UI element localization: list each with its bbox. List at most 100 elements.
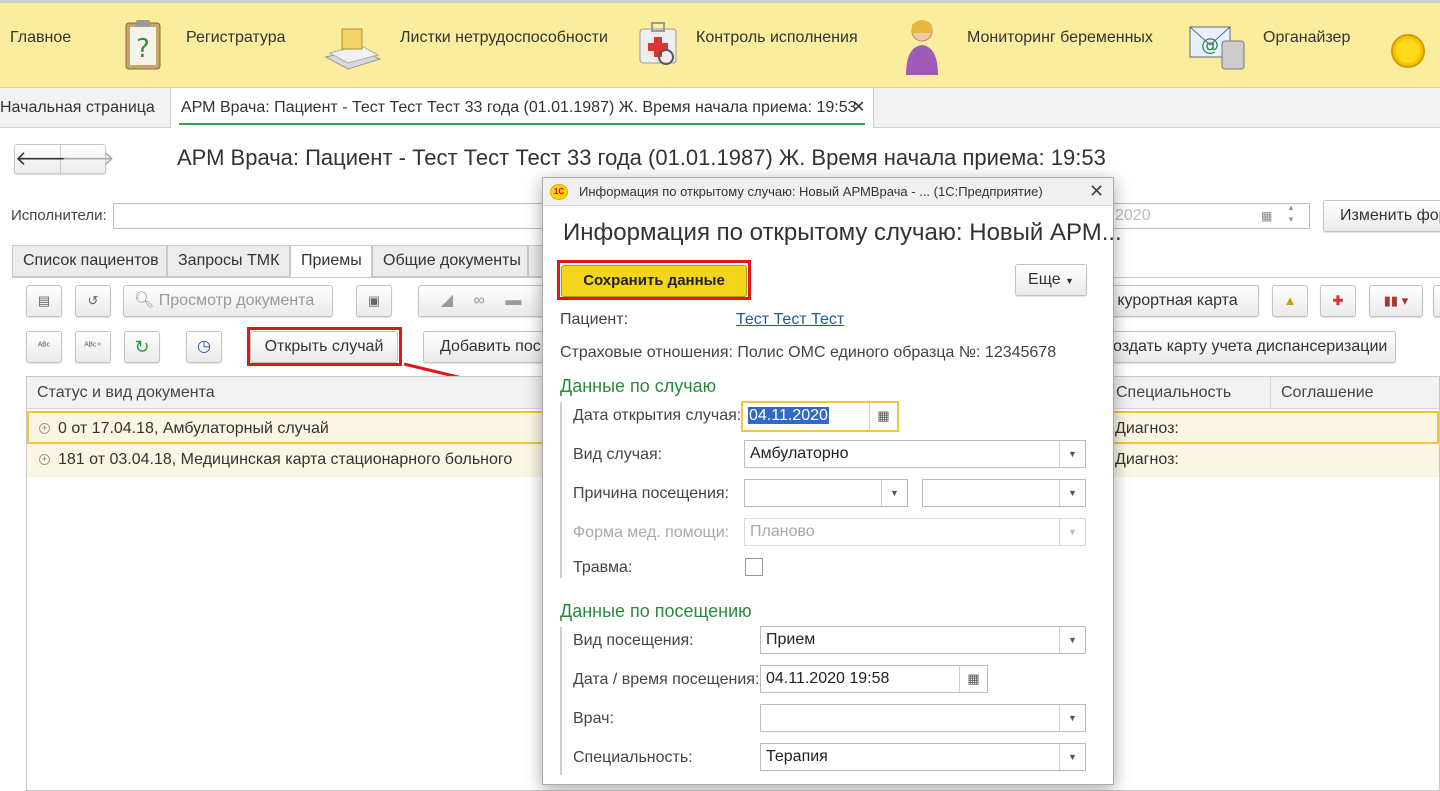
registry-clipboard-icon[interactable]: ? bbox=[118, 17, 170, 73]
stethoscope-icon[interactable]: ∞ bbox=[473, 292, 484, 309]
row-cell-document: +0 от 17.04.18, Амбулаторный случай bbox=[39, 413, 329, 444]
visit-type-value: Прием bbox=[766, 631, 816, 648]
tools-group: ◢ ∞ ▬ bbox=[418, 285, 544, 317]
resort-card-button[interactable]: о курортная карта bbox=[1097, 285, 1259, 317]
pill-icon[interactable]: ◢ bbox=[441, 292, 453, 309]
more-label: Еще bbox=[1028, 271, 1061, 288]
close-icon[interactable]: ✕ bbox=[852, 88, 865, 128]
date-input[interactable]: 2020 ▦ ▲ ▼ bbox=[1110, 203, 1310, 229]
case-type-value: Амбулаторно bbox=[750, 445, 849, 462]
chevron-down-icon[interactable]: ▼ bbox=[1059, 441, 1085, 467]
sick-leave-icon[interactable] bbox=[322, 23, 382, 73]
chevron-down-icon[interactable]: ▼ bbox=[1059, 744, 1085, 770]
print-icon[interactable]: ▤ bbox=[26, 285, 62, 317]
specialty-value: Терапия bbox=[766, 748, 828, 765]
medical-cross-icon[interactable]: ✚ bbox=[1320, 285, 1356, 317]
abc-sort-icon[interactable]: ᴬᴮᶜ bbox=[26, 331, 62, 363]
clock-icon[interactable]: ◷ bbox=[186, 331, 222, 363]
tab-doctor-workplace[interactable]: АРМ Врача: Пациент - Тест Тест Тест 33 г… bbox=[170, 88, 874, 128]
tab-doctor-workplace-label: АРМ Врача: Пациент - Тест Тест Тест 33 г… bbox=[181, 99, 857, 116]
note-icon[interactable]: ▬ bbox=[505, 292, 521, 309]
chevron-down-icon[interactable]: ▼ bbox=[1059, 480, 1085, 506]
tab-patient-list[interactable]: Список пациентов bbox=[12, 245, 167, 277]
section-panel: Главное ? Регистратура Листки нетрудоспо… bbox=[0, 0, 1440, 88]
tab-general-documents[interactable]: Общие документы bbox=[372, 245, 528, 277]
history-icon[interactable]: ↺ bbox=[75, 285, 111, 317]
sun-icon[interactable] bbox=[1390, 33, 1426, 69]
open-case-dialog: 1С Информация по открытому случаю: Новый… bbox=[542, 177, 1122, 785]
section-home[interactable]: Главное bbox=[10, 29, 71, 47]
visit-type-select[interactable]: Прием ▼ bbox=[760, 626, 1086, 654]
calendar-icon[interactable]: ▦ bbox=[1261, 204, 1272, 228]
tab-appointments[interactable]: Приемы bbox=[290, 245, 372, 278]
expand-icon[interactable]: + bbox=[39, 454, 50, 466]
xyz-chart-icon[interactable]: ▮▮ ▾ bbox=[1369, 285, 1423, 317]
care-form-value: Планово bbox=[750, 523, 815, 540]
dialog-titlebar[interactable]: 1С Информация по открытому случаю: Новый… bbox=[543, 178, 1113, 206]
column-header-specialty[interactable]: Специальность bbox=[1105, 377, 1270, 409]
abc-add-icon[interactable]: ᴬᴮᶜ⁺ bbox=[75, 331, 111, 363]
section-pregnancy-monitoring[interactable]: Мониторинг беременных bbox=[967, 29, 1153, 47]
section-organizer[interactable]: Органайзер bbox=[1263, 29, 1350, 47]
row-cell-specialty: Диагноз: bbox=[1115, 420, 1179, 437]
spin-icon[interactable]: ▲ ▼ bbox=[1287, 202, 1295, 226]
svg-text:@: @ bbox=[1201, 35, 1219, 56]
close-icon[interactable]: ✕ bbox=[1089, 181, 1104, 202]
search-icon: 🔍︎ bbox=[134, 292, 155, 309]
toolbar-overflow-button[interactable] bbox=[1433, 285, 1440, 317]
care-form-select: Планово ▼ bbox=[744, 518, 1086, 546]
calendar-icon[interactable]: ▦ bbox=[959, 666, 987, 692]
trauma-checkbox[interactable] bbox=[745, 558, 763, 576]
view-document-label: Просмотр документа bbox=[158, 292, 315, 309]
control-first-aid-icon[interactable] bbox=[636, 21, 680, 69]
dialog-window-title: Информация по открытому случаю: Новый АР… bbox=[579, 184, 1043, 199]
section-registry[interactable]: Регистратура bbox=[186, 29, 286, 47]
change-form-button[interactable]: Изменить фор bbox=[1323, 200, 1440, 232]
expand-icon[interactable]: + bbox=[39, 423, 50, 435]
refresh-icon[interactable]: ↻ bbox=[124, 331, 160, 363]
visit-datetime-input[interactable]: 04.11.2020 19:58 ▦ bbox=[760, 665, 988, 693]
doctor-select[interactable]: ▼ bbox=[760, 704, 1086, 732]
row-cell-specialty: Диагноз: bbox=[1115, 451, 1179, 468]
case-group-line bbox=[560, 402, 562, 578]
tab-home-page[interactable]: Начальная страница bbox=[0, 88, 166, 128]
insurance-info: Страховые отношения: Полис ОМС единого о… bbox=[560, 344, 1057, 361]
chevron-down-icon: ▼ bbox=[1065, 276, 1074, 286]
save-highlight bbox=[557, 260, 751, 300]
visit-datetime-value: 04.11.2020 19:58 bbox=[766, 670, 890, 687]
app-logo-icon: 1С bbox=[550, 184, 568, 200]
column-header-agreement[interactable]: Соглашение bbox=[1270, 377, 1439, 409]
performers-input[interactable] bbox=[113, 203, 553, 229]
patient-link[interactable]: Тест Тест Тест bbox=[736, 311, 844, 329]
doctor-label: Врач: bbox=[573, 710, 614, 727]
chevron-down-icon[interactable]: ▼ bbox=[1059, 627, 1085, 653]
organizer-email-icon[interactable]: @ bbox=[1188, 21, 1246, 71]
view-document-button[interactable]: 🔍︎ Просмотр документа bbox=[123, 285, 333, 317]
back-arrow-icon[interactable]: 🡐 bbox=[15, 145, 69, 173]
performers-label: Исполнители: bbox=[11, 207, 107, 224]
create-dispensary-card-button[interactable]: оздать карту учета диспансеризации bbox=[1090, 331, 1396, 363]
chevron-down-icon[interactable]: ▼ bbox=[1059, 705, 1085, 731]
visit-reason-select-2[interactable]: ▼ bbox=[922, 479, 1086, 507]
calendar-icon[interactable]: ▦ bbox=[869, 403, 897, 430]
open-case-highlight bbox=[247, 327, 402, 366]
specialty-select[interactable]: Терапия ▼ bbox=[760, 743, 1086, 771]
visit-group-line bbox=[560, 627, 562, 775]
forward-arrow-icon[interactable]: 🡒 bbox=[61, 145, 115, 173]
section-sick-leave[interactable]: Листки нетрудоспособности bbox=[400, 29, 608, 47]
open-date-input[interactable]: 04.11.2020 ▦ bbox=[741, 401, 899, 432]
visit-datetime-label: Дата / время посещения: bbox=[573, 671, 760, 688]
tab-tmk-requests[interactable]: Запросы ТМК bbox=[167, 245, 290, 277]
chevron-down-icon[interactable]: ▼ bbox=[881, 480, 907, 506]
id-card-icon[interactable]: ▣ bbox=[356, 285, 392, 317]
page-title: АРМ Врача: Пациент - Тест Тест Тест 33 г… bbox=[177, 145, 1106, 170]
visit-reason-select-1[interactable]: ▼ bbox=[744, 479, 908, 507]
pregnant-woman-icon[interactable] bbox=[900, 17, 944, 77]
more-button[interactable]: Еще ▼ bbox=[1015, 264, 1087, 296]
case-type-label: Вид случая: bbox=[573, 446, 663, 463]
dialog-heading: Информация по открытому случаю: Новый АР… bbox=[563, 219, 1122, 246]
case-group-title: Данные по случаю bbox=[560, 376, 717, 396]
info-alert-icon[interactable]: ▲ bbox=[1272, 285, 1308, 317]
section-control[interactable]: Контроль исполнения bbox=[696, 29, 858, 47]
case-type-select[interactable]: Амбулаторно ▼ bbox=[744, 440, 1086, 468]
